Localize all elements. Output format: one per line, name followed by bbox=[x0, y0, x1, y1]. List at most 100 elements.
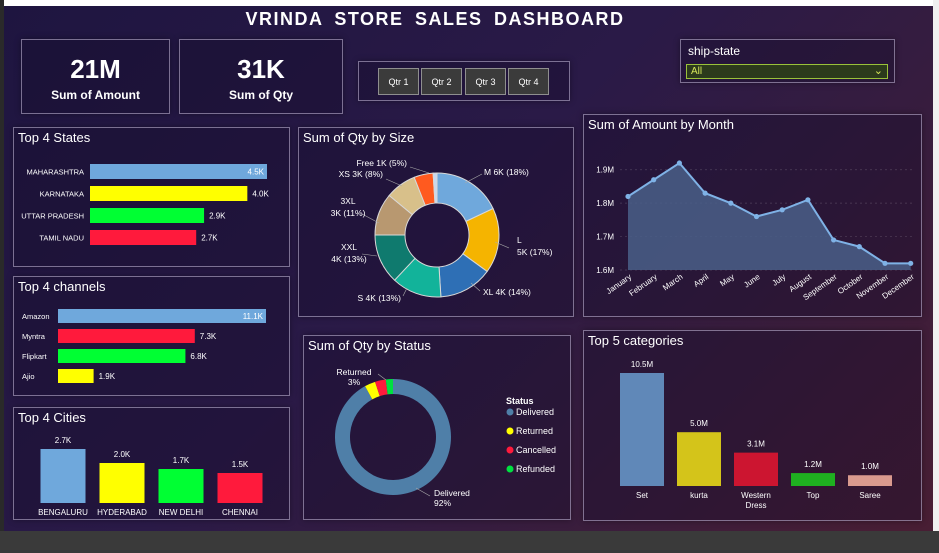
slice-label: Free 1K (5%) bbox=[356, 158, 407, 168]
data-label: 11.1K bbox=[243, 312, 264, 321]
data-label: 2.7K bbox=[201, 234, 218, 243]
qtr-1-button[interactable]: Qtr 1 bbox=[378, 68, 419, 95]
chevron-down-icon: ⌄ bbox=[873, 65, 883, 77]
category-label: Amazon bbox=[22, 312, 50, 321]
legend-marker bbox=[506, 427, 514, 435]
top-categories-panel: Top 5 categories 10.5M Set 5.0M kurta 3.1M We… bbox=[583, 330, 922, 521]
slice-label: XXL bbox=[341, 242, 357, 252]
data-label: 1.9K bbox=[99, 372, 116, 381]
data-point bbox=[651, 177, 657, 183]
category-label: Top bbox=[807, 491, 820, 500]
slice-label: Delivered bbox=[434, 488, 470, 498]
kpi-card-amount[interactable]: 21M Sum of Amount bbox=[21, 39, 170, 114]
top-states-panel: Top 4 States MAHARASHTRA 4.5K KARNATAKA 4.0… bbox=[13, 127, 290, 267]
kpi-card-qty[interactable]: 31K Sum of Qty bbox=[179, 39, 343, 114]
kpi-label: Sum of Qty bbox=[228, 88, 293, 102]
chart-title: Sum of Qty by Status bbox=[308, 338, 431, 353]
category-label: Ajio bbox=[22, 372, 35, 381]
category-label: Saree bbox=[859, 491, 881, 500]
qtr-4-button[interactable]: Qtr 4 bbox=[508, 68, 549, 95]
data-label: 1.7K bbox=[173, 456, 190, 465]
data-point bbox=[882, 260, 888, 266]
bar bbox=[90, 208, 205, 223]
category-label: Flipkart bbox=[22, 352, 48, 361]
bar bbox=[791, 473, 835, 486]
kpi-value: 21M bbox=[70, 54, 121, 84]
slice-label: 5K (17%) bbox=[517, 247, 553, 257]
slice-label: L bbox=[517, 235, 522, 245]
bar bbox=[58, 369, 94, 383]
legend-title: Status bbox=[506, 396, 534, 406]
data-label: 1.0M bbox=[861, 462, 879, 471]
slice-label: XL 4K (14%) bbox=[483, 287, 531, 297]
category-label: UTTAR PRADESH bbox=[21, 212, 84, 221]
qty-by-size-panel: Sum of Qty by Size M 6K (18%) L 5K (17%) XL… bbox=[298, 127, 574, 317]
bar bbox=[40, 449, 86, 503]
bar bbox=[90, 164, 267, 179]
chart-title: Top 4 States bbox=[18, 130, 91, 145]
connector-line bbox=[409, 166, 430, 174]
category-label: Myntra bbox=[22, 332, 46, 341]
slice-label: 3K (11%) bbox=[331, 208, 366, 218]
kpi-value: 31K bbox=[237, 54, 285, 84]
qtr-2-button[interactable]: Qtr 2 bbox=[421, 68, 462, 95]
category-label: Dress bbox=[746, 501, 767, 510]
x-tick-label: June bbox=[742, 272, 762, 290]
x-tick-label: May bbox=[718, 272, 736, 288]
chart-title: Top 4 channels bbox=[18, 279, 106, 294]
category-label: HYDERABAD bbox=[97, 508, 147, 517]
connector-line bbox=[415, 487, 431, 497]
data-point bbox=[728, 200, 734, 206]
slice-delivered bbox=[335, 379, 451, 495]
category-label: kurta bbox=[690, 491, 708, 500]
data-label: 4.0K bbox=[252, 190, 269, 199]
data-point bbox=[625, 193, 631, 200]
kpi-label: Sum of Amount bbox=[51, 88, 140, 102]
y-tick-label: 1.6M bbox=[596, 266, 614, 275]
data-label: 4.5K bbox=[248, 168, 265, 177]
chart-title: Sum of Qty by Size bbox=[303, 130, 415, 145]
bar bbox=[99, 463, 145, 503]
category-label: Western bbox=[741, 491, 771, 500]
ship-state-dropdown[interactable]: All ⌄ bbox=[686, 64, 888, 79]
slicer-title: ship-state bbox=[688, 44, 741, 58]
bar bbox=[158, 469, 204, 503]
connector-line bbox=[385, 178, 403, 187]
slice-label: M 6K (18%) bbox=[484, 167, 529, 177]
x-tick-label: February bbox=[627, 272, 658, 298]
x-tick-label: April bbox=[692, 272, 710, 289]
data-label: 1.2M bbox=[804, 460, 822, 469]
data-point bbox=[753, 213, 760, 220]
chart-title: Sum of Amount by Month bbox=[588, 117, 734, 132]
slice-label: 3XL bbox=[340, 196, 355, 206]
data-label: 7.3K bbox=[200, 332, 217, 341]
data-label: 10.5M bbox=[631, 360, 654, 369]
data-point bbox=[908, 260, 914, 266]
category-label: MAHARASHTRA bbox=[26, 168, 84, 177]
data-point bbox=[702, 190, 708, 196]
bar bbox=[734, 452, 778, 486]
qtr-3-button[interactable]: Qtr 3 bbox=[465, 68, 506, 95]
data-point bbox=[805, 197, 811, 203]
window-bottom-bar bbox=[0, 531, 939, 553]
data-point bbox=[779, 207, 785, 213]
legend-label: Returned bbox=[516, 426, 553, 436]
bar bbox=[58, 349, 186, 363]
slice-label: Returned bbox=[337, 367, 372, 377]
data-label: 5.0M bbox=[690, 419, 708, 428]
slice-label: 3% bbox=[348, 377, 361, 387]
top-channels-chart: Amazon 11.1K Myntra 7.3K Flipkart 6.8K Ajio 1.9… bbox=[22, 309, 266, 383]
data-label: 6.8K bbox=[190, 352, 207, 361]
bar bbox=[90, 186, 248, 201]
bar bbox=[677, 432, 721, 486]
connector-line bbox=[464, 173, 483, 184]
qty-by-size-chart: M 6K (18%) L 5K (17%) XL 4K (14%) S 4K (13%)… bbox=[331, 158, 553, 303]
bar bbox=[217, 473, 263, 503]
connector-line bbox=[377, 373, 387, 381]
slicer-selected-value: All bbox=[691, 66, 703, 77]
ship-state-slicer: ship-state All ⌄ bbox=[680, 39, 895, 83]
legend-marker bbox=[506, 446, 514, 454]
bar bbox=[620, 373, 664, 486]
legend-label: Refunded bbox=[516, 464, 555, 474]
chart-title: Top 5 categories bbox=[588, 333, 684, 348]
